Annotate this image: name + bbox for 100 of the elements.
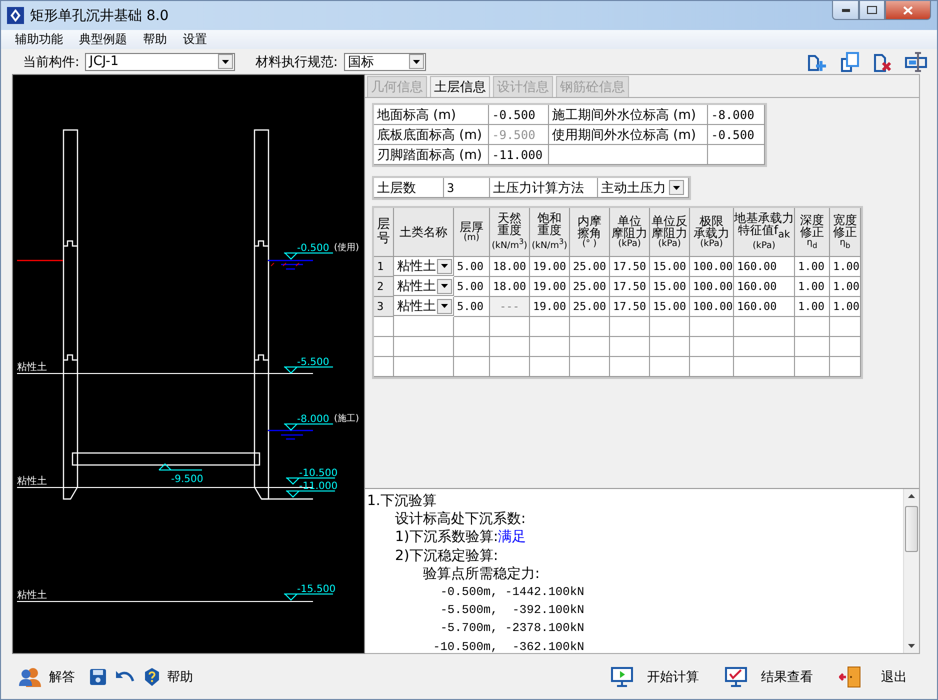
field-label: 当前构件: — [23, 54, 80, 70]
exit-door-icon — [839, 666, 861, 688]
soil-type-dropdown[interactable]: 粘性土 — [394, 297, 454, 316]
elevation-label: -0.500 — [297, 243, 330, 254]
table-cell: 1.00 — [830, 257, 861, 277]
param-value-field[interactable]: -11.000 — [489, 145, 549, 165]
column-header: 饱和 重度 (kN/m$^{3}$) — [530, 208, 570, 257]
elevation-marker — [284, 424, 334, 431]
elevation-label: -8.000 — [297, 414, 330, 425]
column-header: 地基承载力 特征值f$_{ak}$ (kPa) — [734, 208, 795, 257]
elevation-label: -5.500 — [297, 357, 330, 368]
dropdown-arrow-icon — [412, 60, 420, 64]
maximize-icon — [867, 6, 877, 14]
menu-item[interactable]: 辅助功能 — [7, 30, 71, 49]
param-value-field[interactable]: -0.500 — [708, 125, 765, 145]
param-label: 土压力计算方法 — [490, 178, 598, 198]
field-label: 材料执行规范: — [255, 54, 338, 70]
table-cell: 100.00 — [690, 277, 734, 297]
scrollbar[interactable] — [903, 489, 919, 653]
menu-item[interactable]: 典型例题 — [71, 30, 135, 49]
people-icon — [19, 666, 43, 686]
result-line: 2)下沉稳定验算: — [394, 546, 500, 565]
param-value-field[interactable]: -0.500 — [489, 105, 549, 125]
dropdown-arrow-icon — [673, 186, 680, 190]
soil-type-dropdown[interactable]: 粘性土 — [394, 277, 454, 296]
param-label: 使用期间外水位标高 (m) — [549, 125, 708, 145]
table-cell: 15.00 — [650, 257, 690, 277]
copy-icon — [840, 52, 860, 72]
table-cell: 19.00 — [530, 277, 570, 297]
maximize-button[interactable] — [859, 1, 885, 20]
menu-item[interactable]: 设置 — [175, 30, 215, 49]
column-header: 土类名称 — [394, 208, 454, 257]
column-header: 内摩 擦角 (° ) — [570, 208, 610, 257]
toolbar-button[interactable] — [89, 668, 107, 686]
copy-button[interactable] — [839, 50, 861, 72]
resize-button[interactable] — [905, 50, 927, 72]
dropdown-field[interactable]: 国标 — [344, 52, 426, 70]
result-line: -5.700m, -2378.100kN — [439, 620, 586, 638]
dropdown-field[interactable]: JCJ-1 — [85, 52, 236, 70]
scroll-up-icon — [908, 494, 915, 498]
close-icon — [903, 6, 913, 14]
table-cell: 17.50 — [610, 297, 650, 317]
column-header: 层号 — [374, 208, 394, 257]
table-cell: 1.00 — [830, 277, 861, 297]
action-button[interactable]: 开始计算 — [611, 666, 699, 686]
elevation-label: -9.500 — [171, 474, 204, 485]
table-cell: 1.00 — [830, 297, 861, 317]
table-cell: 100.00 — [690, 257, 734, 277]
menu-item[interactable]: 帮助 — [135, 30, 175, 49]
table-cell: 5.00 — [454, 297, 490, 317]
action-button[interactable]: 结果查看 — [725, 666, 813, 686]
monitor-play-icon — [611, 666, 633, 686]
help-icon — [143, 666, 161, 686]
dropdown-arrow-icon — [222, 60, 230, 64]
toolbar-button[interactable]: 帮助 — [143, 666, 193, 686]
app-logo-icon — [7, 7, 24, 24]
param-label: 刃脚踏面标高 (m) — [374, 145, 489, 165]
table-cell: 160.00 — [734, 297, 795, 317]
table-cell: 1.00 — [795, 257, 830, 277]
water-level-note: (施工) — [334, 414, 360, 424]
table-cell: 17.50 — [610, 277, 650, 297]
result-line: 1)下沉系数验算:满足 — [394, 528, 528, 547]
tab[interactable]: 土层信息 — [430, 76, 490, 97]
soil-type-dropdown[interactable]: 粘性土 — [394, 257, 454, 276]
water-level-symbol — [267, 430, 314, 440]
table-cell: 5.00 — [454, 257, 490, 277]
scroll-thumb[interactable] — [905, 506, 918, 552]
minimize-icon — [842, 8, 850, 12]
action-button[interactable]: 退出 — [839, 666, 907, 688]
table-cell: 18.00 — [490, 257, 530, 277]
table-cell: 18.00 — [490, 277, 530, 297]
column-header: 深度 修正 η$_{d}$ — [795, 208, 830, 257]
minimize-button[interactable] — [832, 1, 859, 20]
table-cell: 19.00 — [530, 297, 570, 317]
empty-cell — [708, 145, 765, 165]
water-level-symbol — [267, 260, 314, 270]
monitor-check-icon — [725, 666, 747, 686]
param-value-field[interactable]: -8.000 — [708, 105, 765, 125]
param-label: 施工期间外水位标高 (m) — [549, 105, 708, 125]
table-cell: 100.00 — [690, 297, 734, 317]
column-header: 极限 承载力 (kPa) — [690, 208, 734, 257]
elevation-marker — [284, 252, 334, 260]
result-line: 设计标高处下沉系数: — [394, 510, 527, 528]
row-number: 1 — [374, 257, 394, 277]
layer-count-field[interactable]: 3 — [444, 178, 490, 198]
close-button[interactable] — [885, 1, 931, 20]
result-line: -5.500m, -392.100kN — [439, 602, 586, 620]
param-label: 底板底面标高 (m) — [374, 125, 489, 145]
result-line: -10.500m, -362.100kN — [432, 638, 586, 653]
toolbar-button[interactable]: 解答 — [19, 666, 75, 686]
method-dropdown[interactable]: 主动土压力 — [598, 178, 689, 198]
elevation-marker — [284, 594, 334, 601]
column-header: 天然 重度 (kN/m$^{3}$) — [490, 208, 530, 257]
column-header: 层厚 (m) — [454, 208, 490, 257]
table-cell: 25.00 — [570, 277, 610, 297]
dropdown-arrow-icon — [441, 284, 448, 288]
param-label: 土层数 — [374, 178, 444, 198]
table-cell: 160.00 — [734, 257, 795, 277]
window-title: 矩形单孔沉井基础 8.0 — [30, 6, 170, 24]
text-box-icon — [905, 52, 927, 72]
